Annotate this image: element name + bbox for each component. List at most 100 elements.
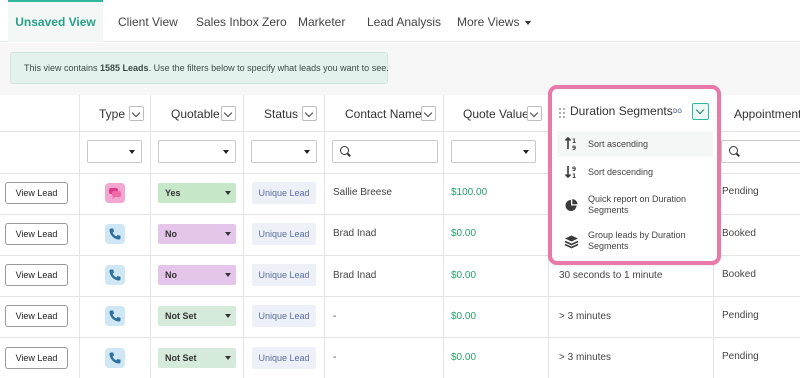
tab-client-view[interactable]: Client View [118, 0, 178, 42]
quotable-column-menu-button[interactable] [221, 106, 236, 121]
quote-value-cell: $100.00 [451, 187, 488, 198]
tab-unsaved-view[interactable]: Unsaved View [8, 0, 103, 42]
svg-text:9: 9 [572, 166, 576, 173]
quotable-select[interactable]: Yes [158, 183, 236, 203]
quotable-select[interactable]: No [158, 265, 236, 285]
quotable-select[interactable]: No [158, 224, 236, 244]
quotable-value: Not Set [165, 353, 197, 363]
contact-name-column-menu-button[interactable] [421, 106, 436, 121]
tab-marketer[interactable]: Marketer [298, 0, 345, 42]
status-badge: Unique Lead [252, 264, 316, 286]
duration-segments-header: Duration Segments DG [552, 89, 717, 133]
sort-descending-icon: 91 [564, 164, 579, 180]
phone-icon [105, 265, 125, 285]
column-divider [443, 95, 444, 378]
quotable-select[interactable]: Not Set [158, 348, 236, 368]
menu-item-sort-descending[interactable]: 91 Sort descending [557, 159, 713, 185]
quote-value-column-menu-button[interactable] [527, 106, 542, 121]
quote-value-cell: $0.00 [451, 270, 477, 281]
appointment-cell: Booked [722, 228, 756, 239]
sort-ascending-icon: 19 [564, 136, 579, 152]
menu-item-label: Sort descending [588, 167, 654, 177]
status-filter-select[interactable] [251, 140, 317, 163]
banner-prefix: This view contains [24, 63, 101, 73]
duration-segments-column-menu: Duration Segments DG 19 Sort ascending 9… [548, 85, 721, 265]
appointment-cell: Pending [722, 351, 759, 362]
status-badge: Unique Lead [252, 305, 316, 327]
duration-cell: 30 seconds to 1 minute [559, 270, 663, 281]
layers-icon [564, 234, 579, 249]
quote-value-filter-select[interactable] [451, 140, 536, 163]
column-header-quote-value: Quote Value [463, 107, 529, 121]
view-lead-button[interactable]: View Lead [5, 223, 68, 245]
type-filter-select[interactable] [87, 140, 142, 163]
dropdown-arrow-icon [225, 191, 231, 195]
dropdown-arrow-icon [523, 150, 529, 154]
drag-handle-icon[interactable] [559, 108, 565, 118]
status-badge: Unique Lead [252, 347, 316, 369]
banner-lead-count: 1585 Leads [100, 63, 149, 73]
phone-icon [105, 306, 125, 326]
svg-text:1: 1 [572, 138, 576, 145]
status-badge: Unique Lead [252, 223, 316, 245]
column-divider [79, 95, 80, 378]
quotable-filter-select[interactable] [158, 140, 236, 163]
appointment-search-input[interactable] [721, 140, 800, 163]
view-tabs: Unsaved View Client View Sales Inbox Zer… [0, 0, 800, 42]
tab-lead-analysis[interactable]: Lead Analysis [367, 0, 441, 42]
quotable-select[interactable]: Not Set [158, 306, 236, 326]
dropdown-arrow-icon [225, 232, 231, 236]
menu-item-group-leads[interactable]: Group leads by Duration Segments [557, 227, 713, 257]
tab-more-views-label: More Views [457, 15, 520, 29]
menu-item-quick-report[interactable]: Quick report on Duration Segments [557, 191, 713, 221]
appointment-cell: Pending [722, 310, 759, 321]
search-icon [729, 146, 738, 155]
quote-value-cell: $0.00 [451, 228, 477, 239]
column-header-duration-segments: Duration Segments [570, 104, 673, 118]
column-badge: DG [673, 109, 682, 115]
contact-name-cell: Brad Inad [333, 228, 377, 239]
column-header-type: Type [99, 107, 126, 121]
quotable-value: Yes [165, 188, 181, 198]
tab-more-views[interactable]: More Views [457, 0, 532, 42]
quotable-value: No [165, 270, 177, 280]
view-lead-button[interactable]: View Lead [5, 305, 68, 327]
view-lead-button[interactable]: View Lead [5, 347, 68, 369]
view-lead-button[interactable]: View Lead [5, 182, 68, 204]
chat-icon [105, 183, 125, 203]
duration-cell: > 3 minutes [559, 352, 611, 363]
quotable-value: No [165, 229, 177, 239]
duration-segments-column-menu-button[interactable] [692, 103, 709, 120]
column-header-quotable: Quotable [171, 107, 220, 121]
column-divider [150, 95, 151, 378]
type-column-menu-button[interactable] [129, 106, 144, 121]
dropdown-arrow-icon [223, 150, 229, 154]
dropdown-arrow-icon [304, 150, 310, 154]
duration-cell: > 3 minutes [559, 311, 611, 322]
dropdown-arrow-icon [225, 356, 231, 360]
status-column-menu-button[interactable] [302, 106, 317, 121]
contact-name-cell: Brad Inad [333, 270, 377, 281]
search-icon [340, 146, 349, 155]
lead-count-banner: This view contains 1585 Leads. Use the f… [10, 52, 389, 84]
row-divider [0, 296, 800, 297]
contact-name-cell: Sallie Breese [333, 187, 392, 198]
tab-sales-inbox-zero[interactable]: Sales Inbox Zero [196, 0, 287, 42]
pie-chart-icon [564, 198, 579, 213]
banner-suffix: . Use the filters below to specify what … [148, 63, 389, 73]
menu-item-sort-ascending[interactable]: 19 Sort ascending [557, 131, 713, 157]
appointment-cell: Pending [722, 186, 759, 197]
contact-name-search-input[interactable] [332, 140, 438, 163]
view-lead-button[interactable]: View Lead [5, 264, 68, 286]
phone-icon [105, 348, 125, 368]
menu-item-label: Sort ascending [588, 139, 649, 149]
menu-item-label-line1: Quick report on Duration [588, 194, 687, 204]
svg-text:1: 1 [572, 173, 576, 179]
menu-item-label-line2: Segments [588, 205, 629, 215]
menu-item-label-line1: Group leads by Duration [588, 230, 686, 240]
contact-name-cell: - [333, 311, 337, 322]
dropdown-arrow-icon [225, 273, 231, 277]
dropdown-arrow-icon [225, 314, 231, 318]
quotable-value: Not Set [165, 311, 197, 321]
row-divider [0, 337, 800, 338]
